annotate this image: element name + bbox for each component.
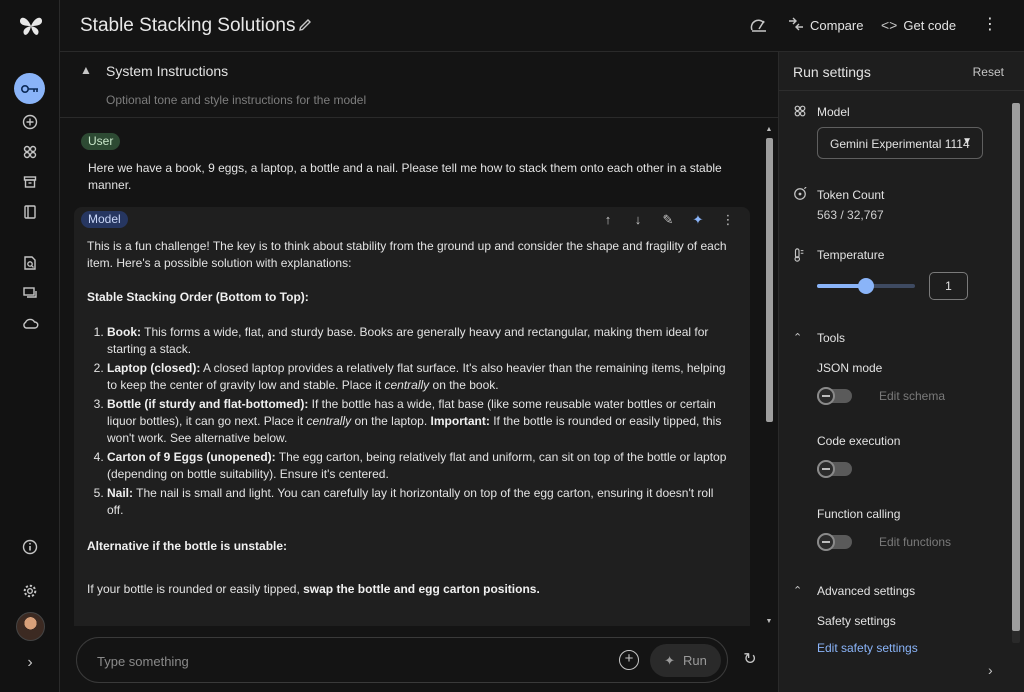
tune-icon[interactable]	[19, 141, 41, 163]
prompt-input[interactable]	[97, 651, 597, 671]
system-instructions-label: System Instructions	[106, 63, 229, 79]
chevron-up-icon[interactable]: ⌃	[793, 331, 802, 344]
system-instructions[interactable]: ▲ System Instructions Optional tone and …	[60, 52, 778, 118]
json-mode-toggle[interactable]	[817, 387, 852, 405]
model-response: Model ↑ ↓ ✎ ✦ ⋮ This is a fun challenge!…	[74, 207, 750, 626]
chevron-up-icon[interactable]: ▲	[80, 63, 92, 77]
run-settings-panel: Run settings Reset Model Gemini Experime…	[778, 52, 1024, 692]
code-execution-toggle[interactable]	[817, 460, 852, 478]
run-button[interactable]: ✦ Run	[650, 644, 721, 677]
stacking-list: Book: This forms a wide, flat, and sturd…	[87, 324, 732, 519]
run-settings-header: Run settings Reset	[779, 52, 1024, 91]
tools-label: Tools	[817, 331, 846, 345]
model-select-value: Gemini Experimental 1114	[830, 137, 970, 151]
cloud-icon[interactable]	[19, 312, 41, 334]
settings-scrollbar-thumb[interactable]	[1012, 103, 1020, 631]
compare-button[interactable]: Compare	[788, 17, 863, 34]
refresh-icon[interactable]: ↻	[740, 649, 760, 669]
move-up-arrow-icon[interactable]: ↑	[600, 212, 616, 228]
doc-search-icon[interactable]	[19, 252, 41, 274]
list-item: Nail: The nail is small and light. You c…	[107, 485, 732, 519]
model-role-badge: Model	[81, 211, 128, 228]
add-media-icon[interactable]: +	[619, 650, 639, 670]
alternative-text: If your bottle is rounded or easily tipp…	[87, 582, 540, 596]
chat-scrollbar-thumb[interactable]	[766, 138, 773, 422]
stacking-heading: Stable Stacking Order (Bottom to Top):	[87, 290, 309, 304]
temperature-icon	[793, 248, 805, 265]
token-count-label: Token Count	[817, 188, 885, 202]
prompt-input-bar: + ✦ Run	[76, 637, 728, 683]
book-icon[interactable]	[19, 201, 41, 223]
top-header: Stable Stacking Solutions Compare <> Get…	[60, 0, 1024, 52]
sparkle-icon[interactable]: ✦	[690, 212, 706, 228]
collapse-panel-chevron-icon[interactable]: ›	[988, 662, 993, 678]
model-intro: This is a fun challenge! The key is to t…	[87, 239, 727, 270]
model-message-text: This is a fun challenge! The key is to t…	[87, 238, 732, 598]
more-vert-icon[interactable]: ⋮	[982, 14, 998, 34]
function-calling-label: Function calling	[817, 507, 901, 521]
left-rail: ›	[0, 0, 60, 692]
temperature-slider[interactable]	[817, 278, 915, 294]
system-instructions-placeholder[interactable]: Optional tone and style instructions for…	[106, 93, 366, 107]
edit-pencil-icon[interactable]: ✎	[660, 212, 676, 228]
temperature-slider-knob[interactable]	[858, 278, 874, 294]
reset-button[interactable]: Reset	[973, 65, 1004, 79]
add-circle-icon[interactable]	[19, 111, 41, 133]
token-count-value: 563 / 32,767	[817, 208, 884, 222]
archive-icon[interactable]	[19, 171, 41, 193]
scroll-up-icon[interactable]: ▲	[765, 126, 773, 133]
model-tune-icon	[793, 104, 807, 121]
chevron-right-icon[interactable]: ›	[21, 654, 39, 672]
safety-settings-label: Safety settings	[817, 614, 896, 628]
edit-functions-link[interactable]: Edit functions	[879, 535, 951, 549]
page-title: Stable Stacking Solutions	[80, 15, 296, 36]
settings-scrollbar[interactable]	[1012, 103, 1020, 643]
token-count-icon	[793, 186, 807, 204]
user-message-text: Here we have a book, 9 eggs, a laptop, a…	[88, 161, 722, 192]
user-avatar[interactable]	[16, 612, 45, 641]
compare-icon	[788, 17, 804, 34]
function-calling-toggle[interactable]	[817, 533, 852, 551]
compare-label: Compare	[810, 18, 864, 33]
more-options-icon[interactable]: ⋮	[720, 212, 736, 228]
chat-icon[interactable]	[19, 282, 41, 304]
key-icon[interactable]	[14, 73, 45, 104]
butterfly-logo-icon[interactable]	[18, 14, 44, 38]
move-down-arrow-icon[interactable]: ↓	[630, 212, 646, 228]
list-item: Book: This forms a wide, flat, and sturd…	[107, 324, 732, 358]
model-select[interactable]: Gemini Experimental 1114 ▼	[817, 127, 983, 159]
get-code-label: Get code	[903, 17, 957, 33]
code-execution-label: Code execution	[817, 434, 901, 448]
list-item: Carton of 9 Eggs (unopened): The egg car…	[107, 449, 732, 483]
run-sparkle-icon: ✦	[664, 652, 676, 668]
edit-title-pencil-icon[interactable]	[297, 17, 315, 35]
json-mode-label: JSON mode	[817, 361, 883, 375]
run-label: Run	[683, 653, 707, 668]
dropdown-caret-icon: ▼	[962, 136, 972, 147]
scroll-down-icon[interactable]: ▼	[765, 618, 773, 625]
list-item: Bottle (if sturdy and flat-bottomed): If…	[107, 396, 732, 447]
alternative-heading: Alternative if the bottle is unstable:	[87, 539, 288, 553]
token-meter-icon[interactable]	[750, 17, 768, 33]
edit-safety-settings-link[interactable]: Edit safety settings	[817, 641, 918, 655]
settings-gear-icon[interactable]	[19, 580, 41, 602]
temperature-input[interactable]: 1	[929, 272, 968, 300]
temperature-label: Temperature	[817, 248, 885, 262]
list-item: Laptop (closed): A closed laptop provide…	[107, 360, 732, 394]
run-settings-title: Run settings	[793, 64, 871, 80]
code-icon: <>	[881, 17, 898, 33]
get-code-button[interactable]: <> Get code	[881, 17, 956, 33]
info-icon[interactable]	[19, 536, 41, 558]
edit-schema-link[interactable]: Edit schema	[879, 389, 945, 403]
chat-scrollbar[interactable]: ▲ ▼	[765, 126, 773, 626]
chevron-up-icon[interactable]: ⌃	[793, 584, 802, 597]
message-toolbar: ↑ ↓ ✎ ✦ ⋮	[600, 212, 736, 228]
model-label: Model	[817, 105, 850, 119]
user-role-badge: User	[81, 133, 121, 150]
advanced-settings-label: Advanced settings	[817, 584, 916, 598]
prompt-panel: ▲ System Instructions Optional tone and …	[60, 52, 778, 692]
chat-history: User Here we have a book, 9 eggs, a lapt…	[60, 118, 778, 626]
